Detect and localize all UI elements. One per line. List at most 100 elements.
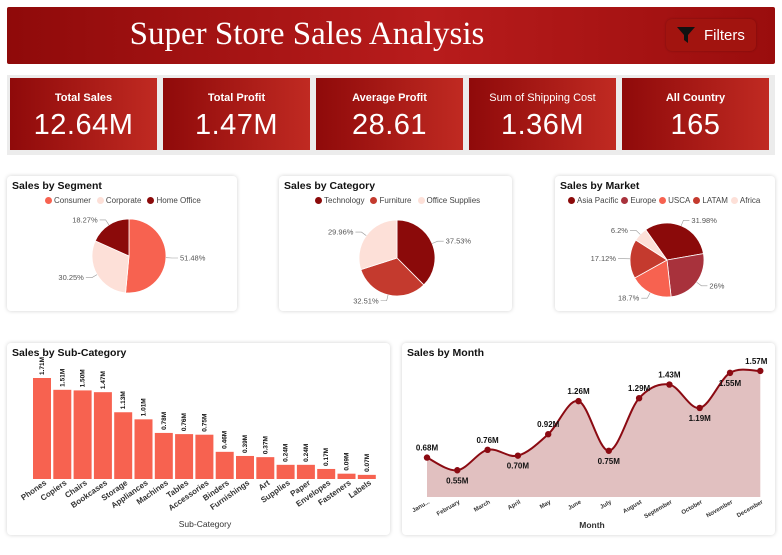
x-tick-label: Janu...: [412, 499, 432, 514]
x-axis-title: Sub-Category: [179, 519, 232, 529]
filters-button[interactable]: Filters: [666, 19, 756, 51]
market-pie: 31.98% 26% 18.7% 17.12% 6.2%: [591, 216, 725, 303]
bar-value-label: 1.71M: [39, 357, 46, 375]
bar-value-label: 0.46M: [222, 431, 229, 449]
subcategory-chart-panel: Sales by Sub-Category 1.71M Phones 1.51M Co…: [7, 343, 390, 535]
bar[interactable]: [215, 451, 234, 479]
data-point[interactable]: [605, 447, 612, 454]
bar[interactable]: [175, 434, 194, 479]
slice-label: 29.96%: [328, 228, 354, 237]
x-tick-label: December: [736, 499, 765, 519]
kpi-label: All Country: [665, 92, 726, 104]
point-value-label: 0.92M: [537, 420, 560, 429]
segment-chart-panel: Sales by Segment Consumer Corporate Home O…: [7, 176, 237, 311]
data-point[interactable]: [545, 431, 552, 438]
bar-value-label: 0.07M: [364, 454, 371, 472]
bar[interactable]: [53, 389, 72, 479]
slice-label: 30.25%: [58, 273, 84, 282]
bar[interactable]: [33, 378, 51, 479]
kpi-label: Sum of Shipping Cost: [489, 92, 596, 104]
kpi-card-shipping-cost: Sum of Shipping Cost 1.36M: [469, 78, 616, 150]
x-tick-label: October: [681, 499, 704, 516]
slice-label: 32.51%: [353, 296, 379, 305]
bar[interactable]: [73, 390, 92, 479]
data-point[interactable]: [484, 446, 491, 454]
slice-label: 6.2%: [611, 226, 628, 235]
kpi-label: Total Sales: [54, 92, 113, 104]
data-point[interactable]: [726, 369, 734, 377]
bar-value-label: 0.17M: [323, 448, 330, 466]
data-point[interactable]: [514, 452, 522, 459]
bar-value-label: 0.24M: [283, 444, 290, 462]
leader-line: [432, 240, 444, 244]
pie-slice[interactable]: [666, 253, 705, 298]
point-value-label: 1.43M: [658, 371, 681, 380]
kpi-value: 165: [670, 109, 721, 141]
bar-value-label: 1.50M: [80, 369, 87, 387]
bar[interactable]: [296, 464, 315, 479]
x-axis-title: Month: [579, 520, 605, 530]
bar[interactable]: [134, 419, 153, 479]
leader-line: [680, 219, 690, 226]
data-point[interactable]: [757, 367, 764, 375]
kpi-label: Average Profit: [352, 92, 427, 104]
x-tick-label: Labels: [347, 478, 373, 500]
kpi-value: 1.47M: [194, 109, 279, 141]
leader-line: [696, 281, 708, 287]
bar[interactable]: [114, 412, 133, 479]
data-point[interactable]: [454, 467, 461, 474]
kpi-card-total-profit: Total Profit 1.47M: [163, 78, 310, 150]
bar[interactable]: [154, 432, 173, 479]
bar[interactable]: [195, 434, 214, 479]
slice-label: 37.53%: [446, 237, 472, 246]
point-value-label: 1.57M: [745, 357, 768, 366]
bar-value-label: 0.75M: [201, 414, 208, 432]
bar-value-label: 1.47M: [100, 371, 107, 389]
bar-value-label: 0.37M: [262, 436, 269, 454]
x-tick-label: August: [622, 500, 643, 516]
segment-pie: 51.48% 30.25% 18.27%: [58, 215, 206, 294]
leader-line: [629, 229, 641, 235]
slice-label: 51.48%: [180, 253, 206, 262]
kpi-value: 1.36M: [500, 109, 585, 141]
x-tick-label: November: [706, 499, 735, 519]
bar-value-label: 1.51M: [59, 369, 66, 387]
bar[interactable]: [93, 392, 112, 479]
funnel-icon: [676, 25, 696, 45]
kpi-card-average-profit: Average Profit 28.61: [316, 78, 463, 150]
bar[interactable]: [317, 468, 336, 479]
kpi-value: 12.64M: [33, 109, 134, 141]
leader-line: [641, 292, 651, 299]
filters-label: Filters: [704, 26, 745, 44]
page-title: Super Store Sales Analysis: [129, 16, 485, 52]
point-value-label: 0.68M: [416, 444, 439, 453]
point-value-label: 0.75M: [598, 457, 621, 466]
data-point[interactable]: [696, 404, 703, 412]
data-point[interactable]: [423, 454, 431, 461]
x-tick-label: May: [539, 499, 553, 510]
point-value-label: 0.76M: [476, 436, 499, 445]
bar[interactable]: [256, 457, 275, 479]
data-point[interactable]: [666, 381, 673, 388]
kpi-row: Total Sales 12.64M Total Profit 1.47M Av…: [7, 75, 775, 155]
bar-value-label: 1.13M: [120, 391, 127, 409]
x-tick-label: July: [599, 499, 613, 511]
point-value-label: 0.70M: [507, 462, 530, 471]
slice-label: 17.12%: [591, 254, 617, 263]
x-tick-label: June: [567, 499, 583, 512]
data-point[interactable]: [635, 394, 643, 402]
slice-label: 26%: [709, 281, 724, 290]
data-point[interactable]: [575, 397, 582, 405]
x-tick-label: April: [507, 499, 522, 511]
bar[interactable]: [276, 464, 295, 479]
kpi-label: Total Profit: [207, 92, 266, 104]
bar[interactable]: [236, 455, 254, 479]
point-value-label: 1.29M: [628, 384, 651, 393]
pie-slice[interactable]: [125, 218, 167, 294]
bar-value-label: 0.76M: [181, 413, 188, 431]
category-chart-panel: Sales by Category Technology Furniture Off…: [279, 176, 512, 311]
slice-label: 18.27%: [72, 215, 98, 224]
bar-value-label: 0.24M: [303, 444, 310, 462]
market-chart-panel: Sales by Market Asia Pacific Europe USCA LA…: [555, 176, 775, 311]
kpi-card-all-country: All Country 165: [622, 78, 769, 150]
